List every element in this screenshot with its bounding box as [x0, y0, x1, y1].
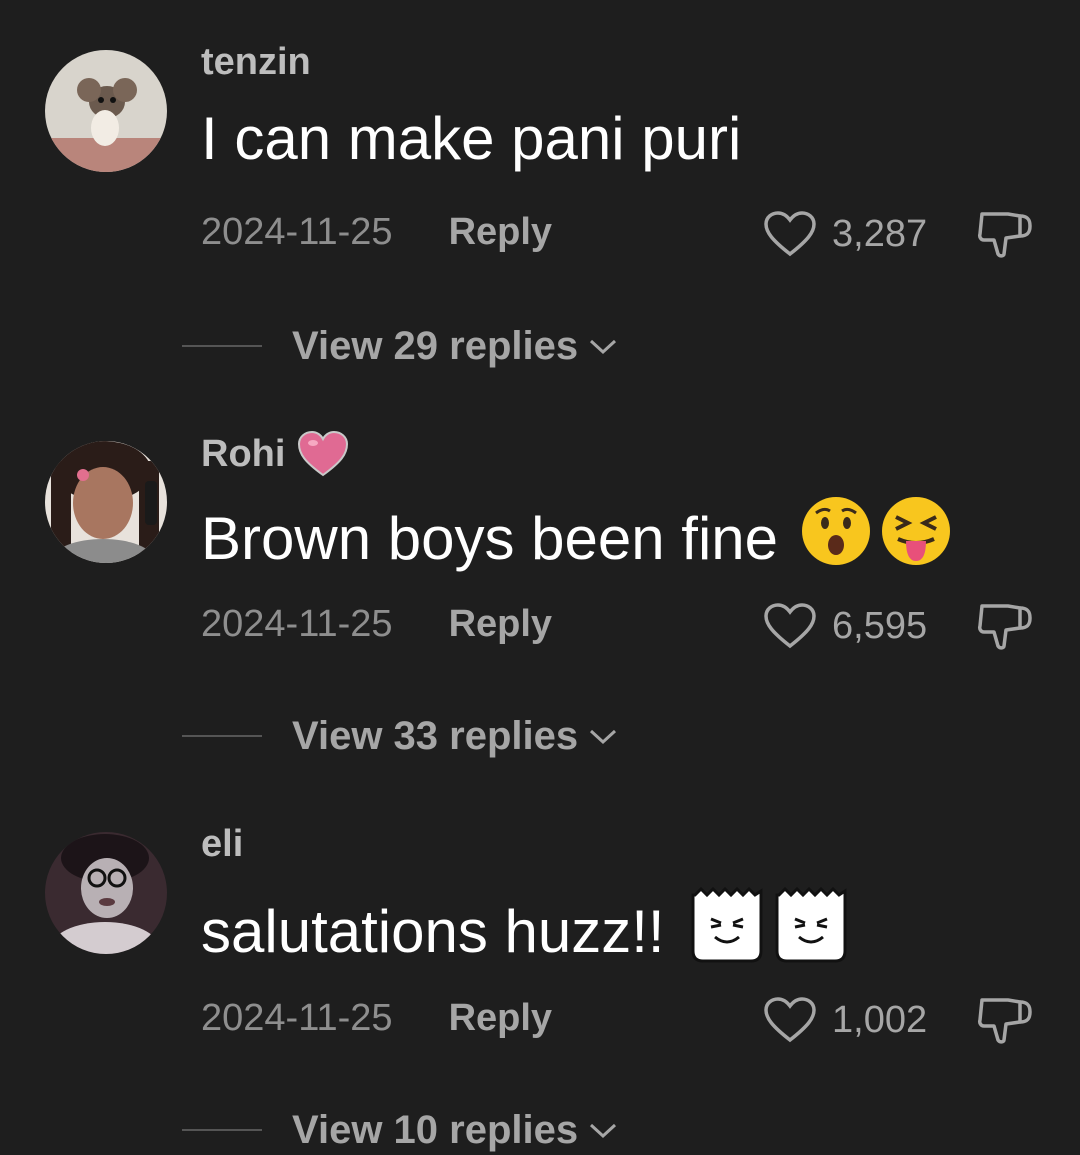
reply-button[interactable]: Reply — [449, 602, 552, 646]
squinting-tongue-emoji — [880, 495, 952, 582]
dislike-button[interactable] — [976, 994, 1036, 1051]
comment-date: 2024-11-25 — [201, 603, 393, 645]
username[interactable]: eli — [201, 822, 243, 866]
comment-body: Brown boys been fine — [201, 504, 779, 572]
like-button[interactable]: 1,002 — [762, 996, 927, 1044]
username-text: tenzin — [201, 41, 311, 83]
heart-icon — [764, 997, 816, 1043]
like-count: 1,002 — [832, 999, 928, 1041]
comment-meta: 2024-11-25 Reply — [201, 602, 552, 646]
thumbs-down-icon — [978, 998, 1032, 1044]
comment-text: Brown boys been fine — [201, 495, 952, 582]
username-text: eli — [201, 823, 244, 865]
grayscale-selfie-avatar — [45, 832, 167, 954]
avatar[interactable] — [45, 832, 167, 954]
view-replies-label: View 33 replies — [292, 714, 579, 758]
comment-body: salutations huzz!! — [201, 897, 665, 965]
view-replies-button[interactable]: View 33 replies — [0, 712, 618, 760]
like-button[interactable]: 6,595 — [762, 602, 927, 650]
comment-text: salutations huzz!! — [201, 885, 849, 978]
comment-meta: 2024-11-25 Reply — [201, 996, 552, 1040]
view-replies-button[interactable]: View 10 replies — [0, 1106, 618, 1154]
avatar[interactable] — [45, 441, 167, 563]
chevron-down-icon — [590, 729, 617, 745]
username[interactable]: Rohi — [201, 430, 349, 478]
reply-button[interactable]: Reply — [449, 996, 552, 1040]
comment-date: 2024-11-25 — [201, 997, 393, 1039]
divider-line — [182, 735, 262, 737]
thumbs-down-icon — [978, 604, 1032, 650]
heart-icon — [764, 211, 816, 257]
smirk-sticker-emoji — [773, 885, 849, 978]
thumbs-down-icon — [978, 212, 1032, 258]
reply-button[interactable]: Reply — [449, 210, 552, 254]
like-count: 3,287 — [832, 213, 928, 255]
view-replies-label: View 29 replies — [292, 324, 579, 368]
divider-line — [182, 345, 262, 347]
comment-meta: 2024-11-25 Reply — [201, 210, 552, 254]
hushed-face-emoji — [800, 495, 872, 582]
username[interactable]: tenzin — [201, 40, 311, 84]
comment-text: I can make pani puri — [201, 104, 741, 174]
divider-line — [182, 1129, 262, 1131]
comment-date: 2024-11-25 — [201, 211, 393, 253]
chevron-down-icon — [590, 1123, 617, 1139]
heart-icon — [764, 603, 816, 649]
selfie-avatar — [45, 441, 167, 563]
dislike-button[interactable] — [976, 208, 1036, 265]
view-replies-button[interactable]: View 29 replies — [0, 322, 618, 370]
like-button[interactable]: 3,287 — [762, 210, 927, 258]
username-text: Rohi — [201, 433, 286, 475]
comment-body: I can make pani puri — [201, 105, 742, 172]
chevron-down-icon — [590, 339, 617, 355]
pink-heart-icon — [298, 430, 349, 477]
view-replies-label: View 10 replies — [292, 1108, 579, 1152]
avatar[interactable] — [45, 50, 167, 172]
smirk-sticker-emoji — [689, 885, 765, 978]
cartoon-mouse-avatar — [45, 50, 167, 172]
dislike-button[interactable] — [976, 600, 1036, 657]
like-count: 6,595 — [832, 605, 928, 647]
